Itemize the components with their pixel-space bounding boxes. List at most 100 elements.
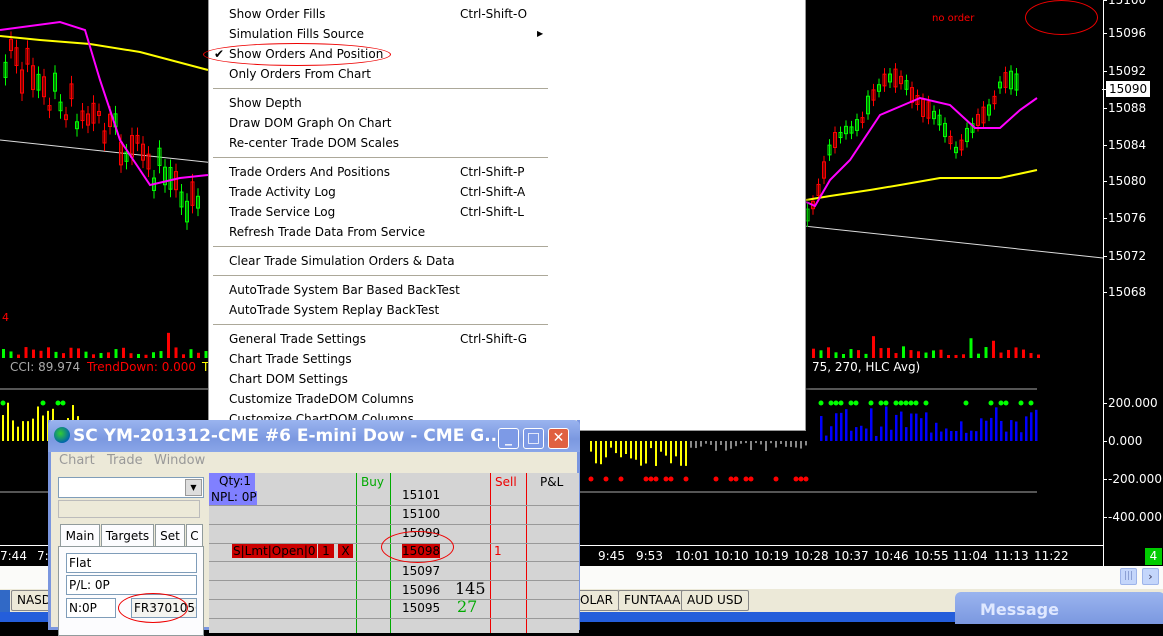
volume-bar (47, 347, 50, 358)
histogram-bar (37, 406, 39, 441)
histogram-bar (900, 411, 903, 441)
signal-dot (878, 400, 884, 406)
volume-bar (969, 338, 973, 358)
tab-c[interactable]: C (186, 524, 203, 546)
message-window[interactable]: Message (955, 592, 1163, 624)
order-qty[interactable]: 1 (318, 544, 334, 558)
price-row[interactable]: 15095 (402, 601, 440, 615)
volume-bar (879, 348, 883, 358)
histogram-bar (22, 421, 24, 441)
cancel-order-button[interactable]: X (338, 544, 353, 558)
price-row[interactable]: 15100 (402, 507, 440, 521)
scroll-thumb-icon[interactable]: ||| (1120, 568, 1137, 585)
menu-item-draw-dom-graph[interactable]: Draw DOM Graph On Chart (229, 113, 549, 133)
menu-item-show-orders-and-position[interactable]: ✔ Show Orders And Position (214, 44, 549, 64)
menu-item-show-depth[interactable]: Show Depth (229, 93, 549, 113)
menu-item-clear-simulation[interactable]: Clear Trade Simulation Orders & Data (229, 251, 549, 271)
message-window-title: Message (980, 600, 1059, 619)
menu-item-refresh-trade-data[interactable]: Refresh Trade Data From Service (229, 222, 549, 242)
menu-item-chart-dom-settings[interactable]: Chart DOM Settings (229, 369, 549, 389)
volume-bar (954, 354, 958, 358)
histogram-bar (1010, 420, 1013, 441)
price-row[interactable]: 15101 (402, 488, 440, 502)
volume-bar (182, 354, 185, 358)
dom-ladder[interactable]: Qty:1 NPL: 0P Buy Sell P&L 15101 15100 1… (209, 473, 579, 633)
menu-separator (213, 246, 548, 247)
menu-item-trade-orders-positions[interactable]: Trade Orders And Positions Ctrl-Shift-P (229, 162, 549, 182)
histogram-bar (675, 441, 677, 457)
histogram-bar (795, 441, 797, 448)
histogram-bar (885, 406, 888, 441)
histogram-bar (930, 432, 933, 441)
menu-item-trade-activity-log[interactable]: Trade Activity Log Ctrl-Shift-A (229, 182, 549, 202)
close-button[interactable]: ✕ (548, 428, 569, 449)
histogram-bar (735, 441, 737, 447)
signal-dot (903, 400, 909, 406)
chevron-down-icon[interactable]: ▼ (185, 479, 202, 496)
histogram-bar (840, 412, 843, 441)
volume-bar (902, 346, 905, 358)
scroll-right-icon[interactable]: › (1142, 568, 1159, 585)
menu-window[interactable]: Window (154, 453, 205, 468)
price-row[interactable]: 15097 (402, 564, 440, 578)
histogram-bar (875, 435, 878, 441)
signal-dot (733, 476, 739, 482)
histogram-bar (880, 426, 883, 441)
column-divider (390, 473, 391, 633)
price-row[interactable]: 15096 (402, 583, 440, 597)
volume-bar (9, 351, 13, 358)
histogram-bar (610, 441, 612, 448)
window-title: SC YM-201312-CME #6 E-mini Dow - CME G..… (73, 426, 504, 446)
price-label: 15072 (1102, 249, 1147, 263)
volume-bar (962, 354, 965, 358)
menu-item-chart-trade-settings[interactable]: Chart Trade Settings (229, 349, 549, 369)
order-label[interactable]: S|Lmt|Open|0 (232, 544, 317, 558)
tab-olar[interactable]: OLAR (575, 590, 619, 611)
n-field: N:0P (66, 598, 116, 618)
histogram-bar (865, 428, 868, 441)
menu-trade[interactable]: Trade (107, 453, 143, 468)
volume-bar (1007, 349, 1010, 358)
menu-item-only-orders-from-chart[interactable]: Only Orders From Chart (229, 64, 549, 84)
menu-item-autotrade-replay-backtest[interactable]: AutoTrade System Replay BackTest (229, 300, 549, 320)
signal-dot (798, 476, 804, 482)
histogram-bar (825, 435, 828, 441)
menu-item-recenter-dom-scales[interactable]: Re-center Trade DOM Scales (229, 133, 549, 153)
histogram-bar (870, 408, 873, 441)
tab-targets[interactable]: Targets (101, 524, 154, 546)
menu-item-show-order-fills[interactable]: Show Order Fills Ctrl-Shift-O (229, 4, 549, 24)
tab-aud-usd[interactable]: AUD USD (681, 590, 749, 611)
volume-bar (977, 353, 980, 358)
buy-header: Buy (361, 475, 384, 489)
time-label: 7: (37, 549, 49, 563)
menu-chart[interactable]: Chart (59, 453, 95, 468)
tab-main[interactable]: Main (60, 524, 100, 546)
price-label: 15076 (1102, 211, 1147, 225)
volume-bar (872, 336, 875, 358)
histogram-bar (690, 441, 692, 448)
histogram-bar (950, 431, 953, 441)
histogram-bar (7, 402, 9, 441)
histogram-bar (32, 418, 34, 441)
histogram-bar (750, 441, 752, 450)
maximize-button[interactable]: □ (523, 428, 544, 449)
account-field[interactable]: FR37010560 (131, 598, 197, 618)
signal-dot (60, 400, 66, 406)
menu-item-autotrade-bar-backtest[interactable]: AutoTrade System Bar Based BackTest (229, 280, 549, 300)
histogram-bar (27, 421, 29, 441)
price-row[interactable]: 15099 (402, 526, 440, 540)
price-row-order[interactable]: 15098 (402, 544, 441, 558)
symbol-dropdown[interactable]: ▼ (58, 477, 204, 498)
menu-item-trade-service-log[interactable]: Trade Service Log Ctrl-Shift-L (229, 202, 549, 222)
tab-set[interactable]: Set (155, 524, 185, 546)
histogram-bar (980, 418, 983, 441)
minimize-button[interactable]: _ (498, 428, 519, 449)
signal-dot (653, 476, 659, 482)
menu-item-general-trade-settings[interactable]: General Trade Settings Ctrl-Shift-G (229, 329, 549, 349)
menu-separator (213, 88, 548, 89)
menu-item-customize-tradedom-columns[interactable]: Customize TradeDOM Columns (229, 389, 549, 409)
menu-item-simulation-fills-source[interactable]: Simulation Fills Source ▶ (229, 24, 549, 44)
window-title-bar[interactable]: SC YM-201312-CME #6 E-mini Dow - CME G..… (48, 420, 580, 452)
tab-funtaaa[interactable]: FUNTAAA (618, 590, 687, 611)
row-divider (209, 618, 579, 619)
